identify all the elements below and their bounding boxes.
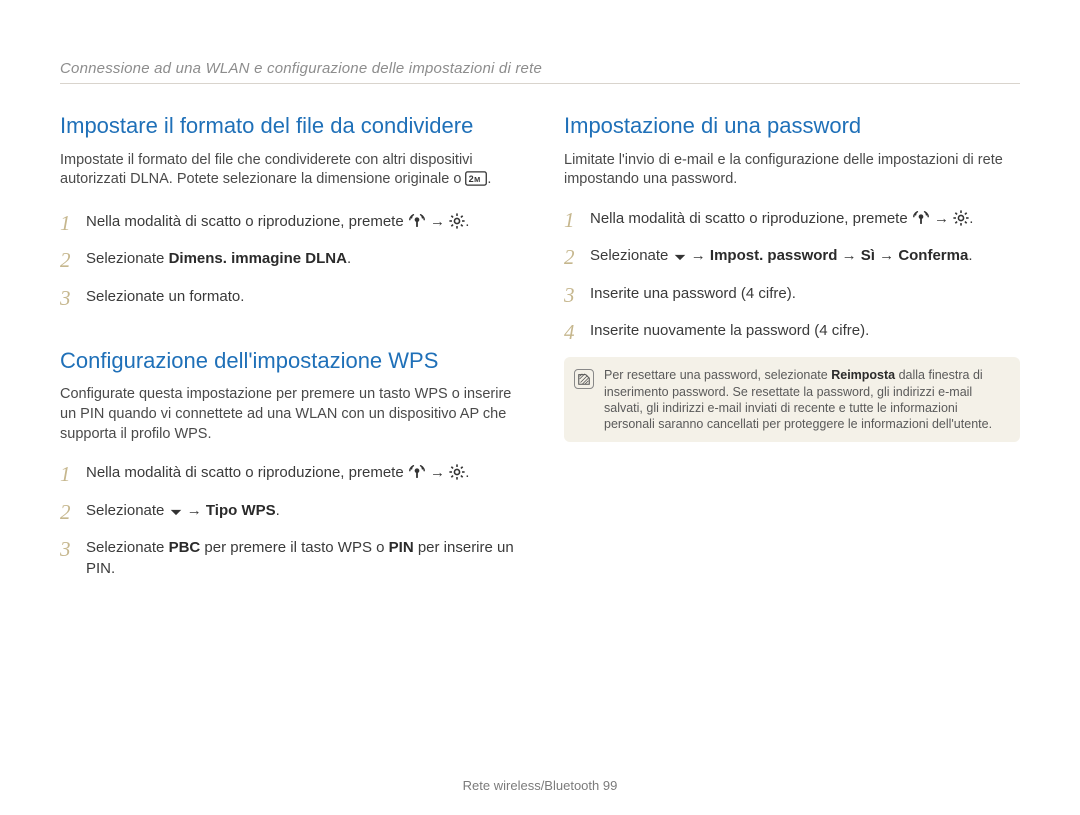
- page-number: 99: [599, 778, 617, 793]
- text: .: [969, 210, 973, 227]
- option-label: PBC: [169, 539, 201, 556]
- text: Nella modalità di scatto o riproduzione,…: [86, 213, 408, 230]
- arrow-text: →: [691, 247, 710, 264]
- text: Nella modalità di scatto o riproduzione,…: [86, 464, 408, 481]
- step: 1 Nella modalità di scatto o riproduzion…: [60, 211, 516, 238]
- menu-label: Tipo WPS: [206, 502, 276, 519]
- section-intro: Limitate l'invio di e-mail e la configur…: [564, 151, 1020, 190]
- chevron-down-icon: [169, 503, 183, 524]
- step-number: 2: [60, 498, 86, 527]
- text: .: [465, 213, 469, 230]
- text: Selezionate: [86, 502, 169, 519]
- arrow-text: →: [934, 210, 953, 227]
- option-label: PIN: [389, 539, 414, 556]
- step-text: Nella modalità di scatto o riproduzione,…: [86, 211, 516, 238]
- step: 4 Inserite nuovamente la password (4 cif…: [564, 320, 1020, 347]
- step-number: 2: [60, 246, 86, 275]
- menu-label: Reimposta: [831, 368, 895, 382]
- arrow-text: →: [187, 502, 206, 519]
- steps-list: 1 Nella modalità di scatto o riproduzion…: [60, 462, 516, 579]
- step: 1 Nella modalità di scatto o riproduzion…: [564, 208, 1020, 235]
- gear-icon: [953, 210, 969, 232]
- text: per premere il tasto WPS o: [200, 539, 388, 556]
- menu-label: Impost. password: [710, 247, 838, 264]
- text: Selezionate: [590, 247, 673, 264]
- left-column: Impostare il formato del file da condivi…: [60, 112, 516, 613]
- breadcrumb: Connessione ad una WLAN e configurazione…: [60, 60, 1020, 84]
- text: .: [465, 464, 469, 481]
- wifi-icon: [912, 211, 930, 232]
- text: Impostate il formato del file che condiv…: [60, 152, 473, 188]
- section-title: Impostare il formato del file da condivi…: [60, 112, 516, 141]
- step-text: Inserite nuovamente la password (4 cifre…: [590, 320, 1020, 347]
- step-number: 2: [564, 243, 590, 272]
- chevron-down-icon: [673, 248, 687, 269]
- size-2m-icon: [465, 171, 487, 193]
- note-text: Per resettare una password, selezionate …: [604, 367, 1008, 432]
- step-number: 3: [60, 535, 86, 579]
- arrow-text: →: [875, 247, 898, 264]
- footer-section: Rete wireless/Bluetooth: [463, 778, 600, 793]
- right-column: Impostazione di una password Limitate l'…: [564, 112, 1020, 613]
- wifi-icon: [408, 214, 426, 235]
- text: .: [968, 247, 972, 264]
- step-number: 4: [564, 318, 590, 347]
- step: 1 Nella modalità di scatto o riproduzion…: [60, 462, 516, 489]
- gear-icon: [449, 213, 465, 235]
- text: .: [276, 502, 280, 519]
- step-text: Selezionate → Impost. password → Sì → Co…: [590, 245, 1020, 272]
- section-intro: Configurate questa impostazione per prem…: [60, 385, 516, 444]
- step-text: Selezionate → Tipo WPS.: [86, 500, 516, 527]
- note-icon: [574, 369, 594, 389]
- step-number: 1: [60, 209, 86, 238]
- step-text: Selezionate Dimens. immagine DLNA.: [86, 248, 516, 275]
- steps-list: 1 Nella modalità di scatto o riproduzion…: [60, 211, 516, 313]
- note-box: Per resettare una password, selezionate …: [564, 357, 1020, 442]
- step-number: 3: [564, 281, 590, 310]
- section-password: Impostazione di una password Limitate l'…: [564, 112, 1020, 442]
- page-footer: Rete wireless/Bluetooth 99: [0, 778, 1080, 793]
- text: Selezionate: [86, 250, 169, 267]
- step-text: Selezionate PBC per premere il tasto WPS…: [86, 537, 516, 579]
- arrow-text: →: [430, 464, 449, 481]
- arrow-text: →: [430, 213, 449, 230]
- content-columns: Impostare il formato del file da condivi…: [60, 112, 1020, 613]
- section-intro: Impostate il formato del file che condiv…: [60, 151, 516, 193]
- step-number: 1: [564, 206, 590, 235]
- step: 3 Selezionate PBC per premere il tasto W…: [60, 537, 516, 579]
- text: Selezionate: [86, 539, 169, 556]
- step-text: Nella modalità di scatto o riproduzione,…: [590, 208, 1020, 235]
- step-text: Inserite una password (4 cifre).: [590, 283, 1020, 310]
- text: Per resettare una password, selezionate: [604, 368, 831, 382]
- step: 2 Selezionate → Tipo WPS.: [60, 500, 516, 527]
- wifi-icon: [408, 465, 426, 486]
- text: Nella modalità di scatto o riproduzione,…: [590, 210, 912, 227]
- text: .: [347, 250, 351, 267]
- text: .: [487, 171, 491, 187]
- page: Connessione ad una WLAN e configurazione…: [0, 0, 1080, 815]
- step: 2 Selezionate → Impost. password → Sì → …: [564, 245, 1020, 272]
- step: 3 Inserite una password (4 cifre).: [564, 283, 1020, 310]
- step-number: 1: [60, 460, 86, 489]
- step-number: 3: [60, 284, 86, 313]
- section-wps: Configurazione dell'impostazione WPS Con…: [60, 347, 516, 579]
- section-title: Impostazione di una password: [564, 112, 1020, 141]
- menu-label: Dimens. immagine DLNA: [169, 250, 347, 267]
- arrow-text: →: [837, 247, 860, 264]
- section-title: Configurazione dell'impostazione WPS: [60, 347, 516, 376]
- step-text: Nella modalità di scatto o riproduzione,…: [86, 462, 516, 489]
- step-text: Selezionate un formato.: [86, 286, 516, 313]
- menu-label: Conferma: [898, 247, 968, 264]
- gear-icon: [449, 464, 465, 486]
- step: 3 Selezionate un formato.: [60, 286, 516, 313]
- section-file-format: Impostare il formato del file da condivi…: [60, 112, 516, 313]
- menu-label: Sì: [861, 247, 875, 264]
- steps-list: 1 Nella modalità di scatto o riproduzion…: [564, 208, 1020, 348]
- step: 2 Selezionate Dimens. immagine DLNA.: [60, 248, 516, 275]
